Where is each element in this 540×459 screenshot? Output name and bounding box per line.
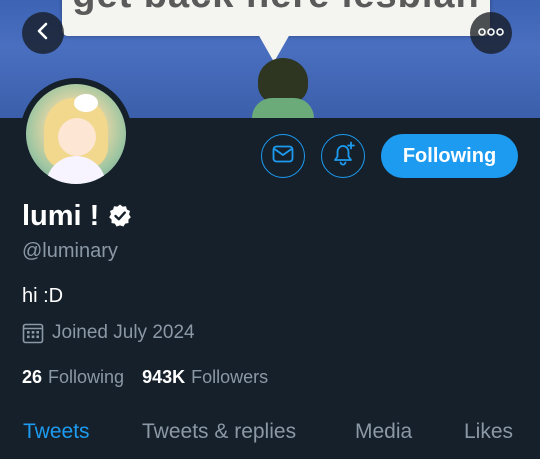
followers-label: Followers xyxy=(191,367,269,387)
more-button[interactable] xyxy=(470,12,512,54)
notifications-button[interactable] xyxy=(321,134,365,178)
tab-media[interactable]: Media xyxy=(355,420,412,444)
envelope-icon xyxy=(272,145,294,168)
tab-likes[interactable]: Likes xyxy=(464,420,513,444)
avatar[interactable] xyxy=(26,84,126,184)
banner-sign: get back here lesbian xyxy=(62,0,490,36)
joined-date-text: Joined July 2024 xyxy=(52,322,195,343)
avatar-flower xyxy=(74,94,98,112)
tab-tweets[interactable]: Tweets xyxy=(23,420,90,444)
followers-stat[interactable]: 943K Followers xyxy=(142,367,268,388)
followers-count: 943K xyxy=(142,367,186,387)
chevron-left-icon xyxy=(33,21,53,46)
profile-tabs: Tweets Tweets & replies Media Likes xyxy=(0,416,540,459)
profile-stats: 26 Following 943K Followers xyxy=(22,367,286,388)
more-dots-icon xyxy=(478,24,504,42)
tab-tweets-and-replies[interactable]: Tweets & replies xyxy=(142,420,296,444)
banner-sign-text: get back here lesbian xyxy=(62,0,490,17)
bell-plus-icon xyxy=(330,141,356,172)
verified-badge-icon xyxy=(107,203,133,229)
following-label: Following xyxy=(48,367,125,387)
message-button[interactable] xyxy=(261,134,305,178)
following-count: 26 xyxy=(22,367,43,387)
joined-date: Joined July 2024 xyxy=(22,322,195,344)
profile-name-row: lumi ! xyxy=(22,198,133,234)
following-button[interactable]: Following xyxy=(381,134,518,178)
calendar-icon xyxy=(22,322,44,344)
profile-bio: hi :D xyxy=(22,285,64,307)
profile-handle: @luminary xyxy=(22,240,118,262)
following-stat[interactable]: 26 Following xyxy=(22,367,124,388)
profile-name: lumi ! xyxy=(22,200,100,232)
back-button[interactable] xyxy=(22,12,64,54)
avatar-face xyxy=(58,118,96,156)
banner-figure-body xyxy=(252,98,314,118)
